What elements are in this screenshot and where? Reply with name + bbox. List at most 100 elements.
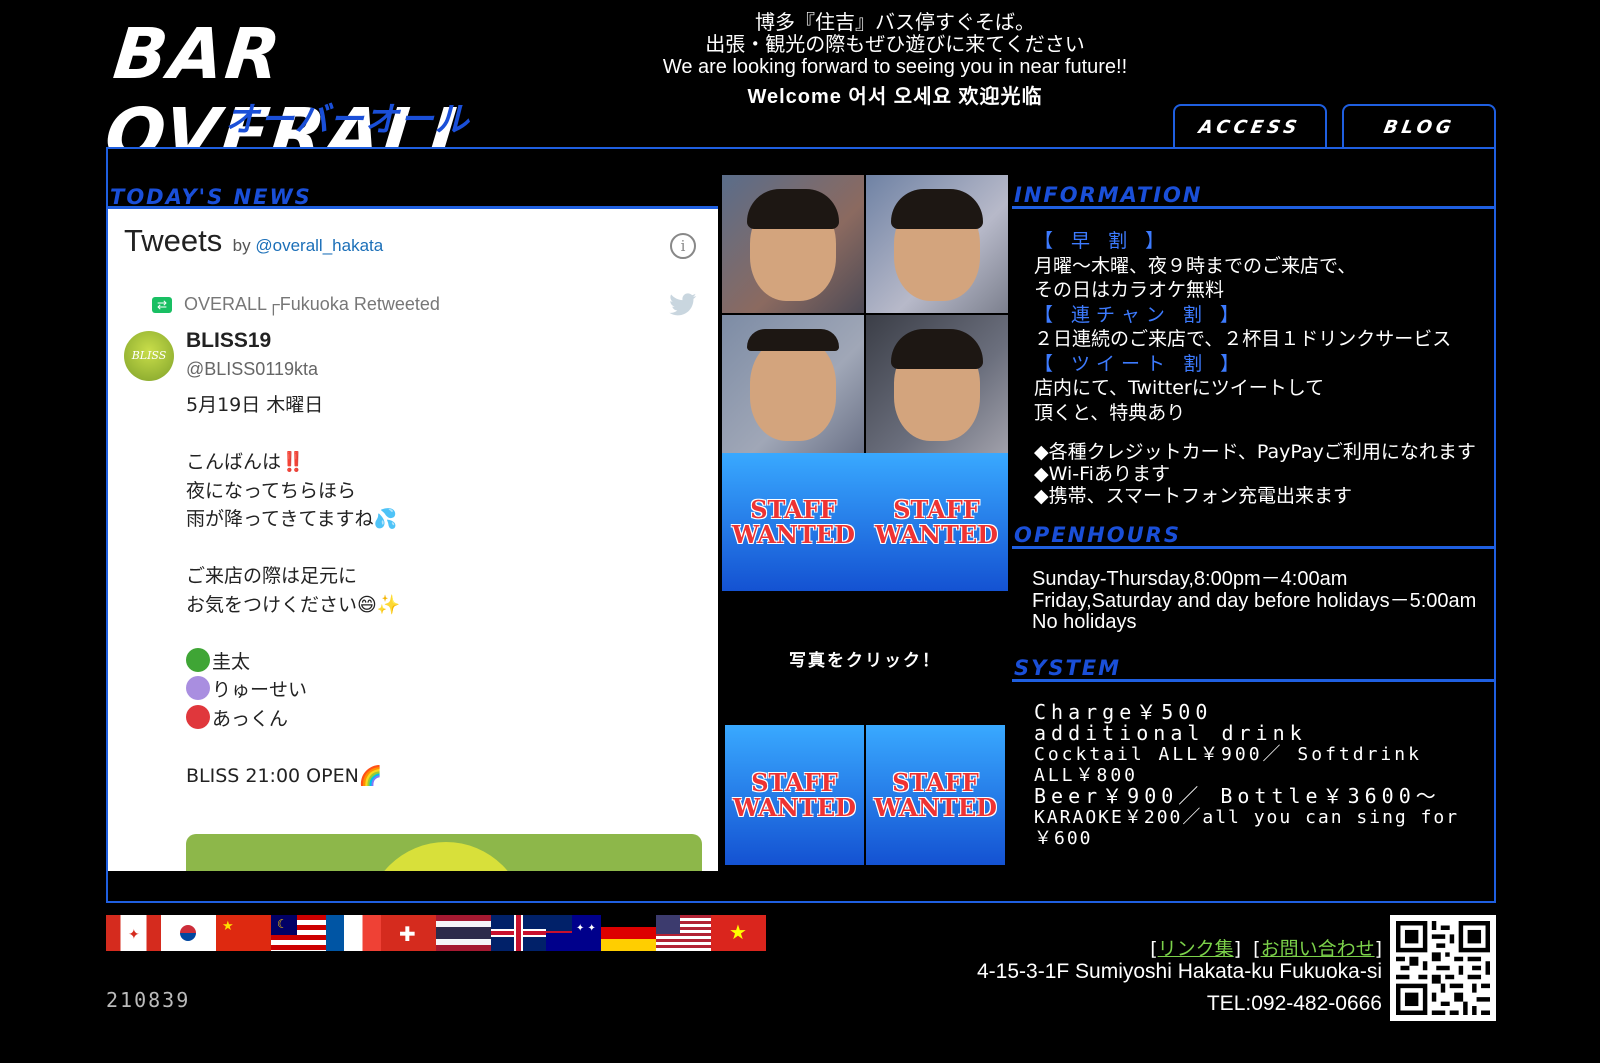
staff-wanted-right: STAFF WANTED (875, 495, 998, 549)
price-additional: additional drink (1034, 720, 1307, 745)
staff-photo-2[interactable] (866, 175, 1008, 313)
staff-wanted-button-1[interactable]: STAFF WANTED (725, 725, 864, 865)
germany-flag-icon[interactable] (601, 915, 656, 951)
tweet-line-4: お気をつけください😄✨ (186, 593, 401, 616)
blog-tab-label: BLOG (1381, 116, 1457, 138)
staff-wanted-left: STAFF WANTED (732, 495, 855, 549)
openhours-title: OPENHOURS (1012, 521, 1494, 549)
footer-links: [リンク集] [お問い合わせ] (1150, 938, 1382, 960)
tweet-line-1: 夜になってちらほら (186, 479, 357, 502)
contact-link[interactable]: お問い合わせ (1261, 938, 1375, 960)
retweet-text: OVERALL┌Fukuoka Retweeted (184, 294, 440, 314)
openhours-text: Sunday-Thursday,8:00pm－4:00am Friday,Sat… (1012, 568, 1494, 634)
shop-phone[interactable]: TEL:092-482-0666 (1207, 992, 1382, 1016)
tagline-line-2: 出張・観光の際もぜひ遊びに来てください (705, 34, 1085, 56)
timeline-handle-link[interactable]: @overall_hakata (255, 236, 383, 255)
logo-katakana: オーバーオール (225, 100, 470, 140)
retweet-indicator: ⇄ OVERALL┌Fukuoka Retweeted (152, 294, 440, 315)
staff-photo-1[interactable] (722, 175, 864, 313)
access-tab-label: ACCESS (1197, 116, 1303, 138)
australia-flag-icon[interactable]: ✦ ✦ (546, 915, 601, 951)
thailand-flag-icon[interactable] (436, 915, 491, 951)
tweet-line-3: ご来店の際は足元に (186, 565, 358, 587)
tweet-date: 5月19日 木曜日 (186, 394, 324, 416)
timeline-header: Tweets by @overall_hakata (124, 223, 383, 259)
tweet-media-image[interactable] (186, 834, 702, 871)
green-circle-icon (186, 647, 210, 672)
links-page-link[interactable]: リンク集 (1158, 938, 1234, 960)
tweet-greeting: こんばんは‼️ (186, 451, 305, 473)
staff-photo-4[interactable] (866, 315, 1008, 453)
header-tagline: 博多『住吉』バス停すぐそば。 出張・観光の際もぜひ遊びに来てください We ar… (660, 12, 1130, 108)
language-flags: ✦ ★ ☾ ✚ ✦ ✦ ★ (106, 915, 766, 951)
france-flag-icon[interactable] (326, 915, 381, 951)
tweet-discount-text-1: 店内にて、Twitterにツイートして (1034, 377, 1325, 399)
main-frame: TODAY'S NEWS Tweets by @overall_hakata i… (106, 147, 1496, 903)
price-charge: Charge￥500 (1034, 699, 1213, 724)
staff-photo-3[interactable] (722, 315, 864, 453)
blog-tab[interactable]: BLOG (1342, 104, 1496, 148)
staff-wanted-banner-top[interactable]: STAFF WANTED STAFF WANTED (722, 453, 1008, 591)
click-photo-hint: 写真をクリック！ (789, 650, 941, 671)
twitter-timeline[interactable]: Tweets by @overall_hakata i ⇄ OVERALL┌Fu… (108, 206, 718, 871)
tweet-discount-text-2: 頂くと、特典あり (1034, 401, 1186, 424)
price-karaoke: KARAOKE￥200／all you can sing for ￥600 (1034, 806, 1460, 849)
price-beer: Beer￥900／ Bottle￥3600～ (1034, 783, 1441, 808)
tweet-open-time: BLISS 21:00 OPEN🌈 (186, 764, 383, 787)
price-cocktail: Cocktail ALL￥900／ Softdrink ALL￥800 (1034, 743, 1422, 786)
info-column: INFORMATION 【 早 割 】 月曜〜木曜、夜９時までのご来店で、 その… (1012, 181, 1494, 849)
consecutive-discount-text: ２日連続のご来店で、２杯目１ドリンクサービス (1034, 328, 1452, 350)
timeline-by: by @overall_hakata (232, 236, 384, 255)
tagline-line-3: We are looking forward to seeing you in … (662, 56, 1128, 78)
malaysia-flag-icon[interactable]: ☾ (271, 915, 326, 951)
vietnam-flag-icon[interactable]: ★ (711, 915, 766, 951)
tweet-author-handle[interactable]: @BLISS0119kta (186, 359, 318, 380)
purple-circle-icon (186, 676, 210, 700)
uk-flag-icon[interactable] (491, 915, 546, 951)
access-tab[interactable]: ACCESS (1173, 104, 1327, 148)
tagline-line-1: 博多『住吉』バス停すぐそば。 (755, 12, 1035, 34)
red-circle-icon (186, 704, 210, 729)
tweet-discount-label: 【 ツイート 割 】 (1034, 352, 1246, 375)
china-flag-icon[interactable]: ★ (216, 915, 271, 951)
welcome-text: Welcome 어서 오세요 欢迎光临 (747, 86, 1043, 108)
canada-flag-icon[interactable]: ✦ (106, 915, 161, 951)
staff-item: 圭太 (186, 647, 250, 673)
note-charging: ◆携帯、スマートフォン充電出来ます (1034, 485, 1353, 507)
visitor-counter: 210839 (106, 988, 191, 1012)
early-discount-label: 【 早 割 】 (1034, 230, 1171, 252)
info-icon[interactable]: i (670, 233, 696, 259)
twitter-bird-icon[interactable] (668, 293, 698, 317)
hours-holidays: No holidays (1032, 611, 1137, 633)
hours-weekend: Friday,Saturday and day before holidays－… (1032, 589, 1477, 612)
staff-item: あっくん (186, 704, 288, 730)
usa-flag-icon[interactable] (656, 915, 711, 951)
note-payment: ◆各種クレジットカード、PayPayご利用になれます (1034, 441, 1476, 463)
staff-item: りゅーせい (186, 676, 307, 701)
staff-photo-grid (722, 175, 1008, 453)
tweet-body: 5月19日 木曜日 こんばんは‼️ 夜になってちらほら 雨が降ってきてますね💦 … (186, 391, 686, 790)
discount-list: 【 早 割 】 月曜〜木曜、夜９時までのご来店で、 その日はカラオケ無料 【 連… (1012, 229, 1494, 425)
tweet-author-name[interactable]: BLISS19 (186, 329, 271, 353)
tweet-line-2: 雨が降ってきてますね💦 (186, 508, 398, 530)
staff-wanted-banner-bottom: STAFF WANTED STAFF WANTED (725, 725, 1005, 865)
qr-code-icon (1390, 915, 1496, 1021)
hours-weekday: Sunday-Thursday,8:00pm－4:00am (1032, 568, 1348, 590)
system-pricing: Charge￥500 additional drink Cocktail ALL… (1012, 699, 1494, 849)
site-logo[interactable]: BAR OVERALL オーバーオール (101, 13, 570, 175)
system-title: SYSTEM (1012, 654, 1494, 682)
korea-flag-icon[interactable] (161, 915, 216, 951)
shop-address: 4-15-3-1F Sumiyoshi Hakata-ku Fukuoka-si (977, 960, 1382, 983)
note-wifi: ◆Wi-Fiあります (1034, 463, 1170, 485)
early-discount-text-1: 月曜〜木曜、夜９時までのご来店で、 (1034, 254, 1357, 277)
timeline-title: Tweets (124, 223, 223, 258)
retweet-icon: ⇄ (152, 296, 172, 313)
early-discount-text-2: その日はカラオケ無料 (1034, 279, 1225, 301)
service-notes: ◆各種クレジットカード、PayPayご利用になれます ◆Wi-Fiあります ◆携… (1012, 441, 1494, 507)
switzerland-flag-icon[interactable]: ✚ (381, 915, 436, 951)
tweet-avatar[interactable]: BLISS (124, 331, 174, 381)
information-title: INFORMATION (1012, 181, 1494, 209)
staff-photos: STAFF WANTED STAFF WANTED 写真をクリック！ STAFF WA… (722, 175, 1008, 865)
consecutive-discount-label: 【 連チャン 割 】 (1034, 303, 1245, 326)
staff-wanted-button-2[interactable]: STAFF WANTED (866, 725, 1005, 865)
